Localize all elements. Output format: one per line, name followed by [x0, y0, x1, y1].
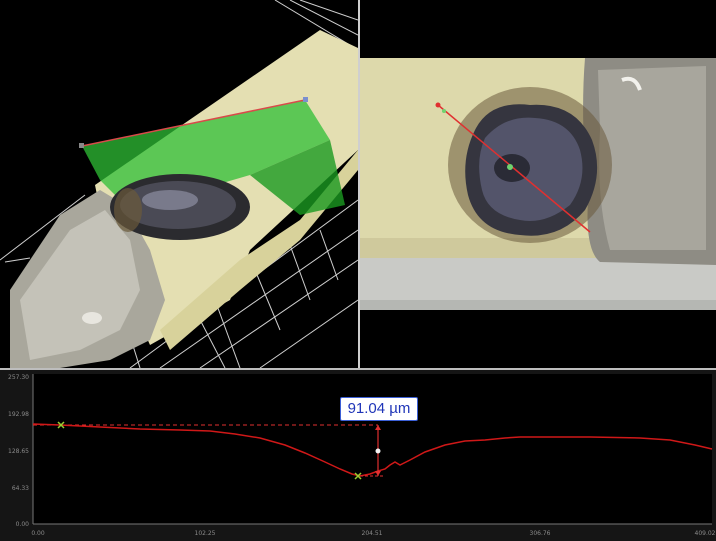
- y-tick-label: 64.33: [12, 485, 29, 492]
- y-tick-label: 257.30: [8, 374, 29, 381]
- top-view-scene[interactable]: [360, 0, 716, 368]
- section-handle-start[interactable]: [79, 143, 84, 148]
- profile-line-midpoint[interactable]: [507, 164, 513, 170]
- profile-line-start[interactable]: [435, 102, 441, 108]
- x-tick-label: 409.02: [695, 530, 716, 537]
- 3d-scene[interactable]: [0, 0, 358, 368]
- measurement-midpoint[interactable]: [375, 448, 381, 454]
- height-profile-chart[interactable]: 257.30 192.98 128.65 64.33 0.00 0.00 102…: [0, 370, 716, 541]
- terminal-glint: [82, 312, 102, 324]
- section-handle-end[interactable]: [303, 97, 308, 102]
- weld-reflection: [142, 190, 198, 210]
- floor-shade: [360, 300, 716, 310]
- y-tick-label: 192.98: [8, 411, 29, 418]
- 3d-view-pane[interactable]: [0, 0, 358, 368]
- x-tick-label: 0.00: [31, 530, 45, 537]
- profile-line-marker-point: [442, 109, 446, 113]
- height-profile-panel[interactable]: 257.30 192.98 128.65 64.33 0.00 0.00 102…: [0, 370, 716, 541]
- y-tick-label: 0.00: [16, 521, 30, 528]
- weld-heat-zone: [114, 188, 142, 232]
- x-tick-label: 204.51: [362, 530, 383, 537]
- y-tick-label: 128.65: [8, 448, 29, 455]
- top-view-pane[interactable]: [360, 0, 716, 368]
- measurement-value-label: 91.04 µm: [340, 397, 418, 421]
- x-tick-label: 102.25: [195, 530, 216, 537]
- terminal-highlight-right: [598, 66, 706, 250]
- x-tick-label: 306.76: [530, 530, 551, 537]
